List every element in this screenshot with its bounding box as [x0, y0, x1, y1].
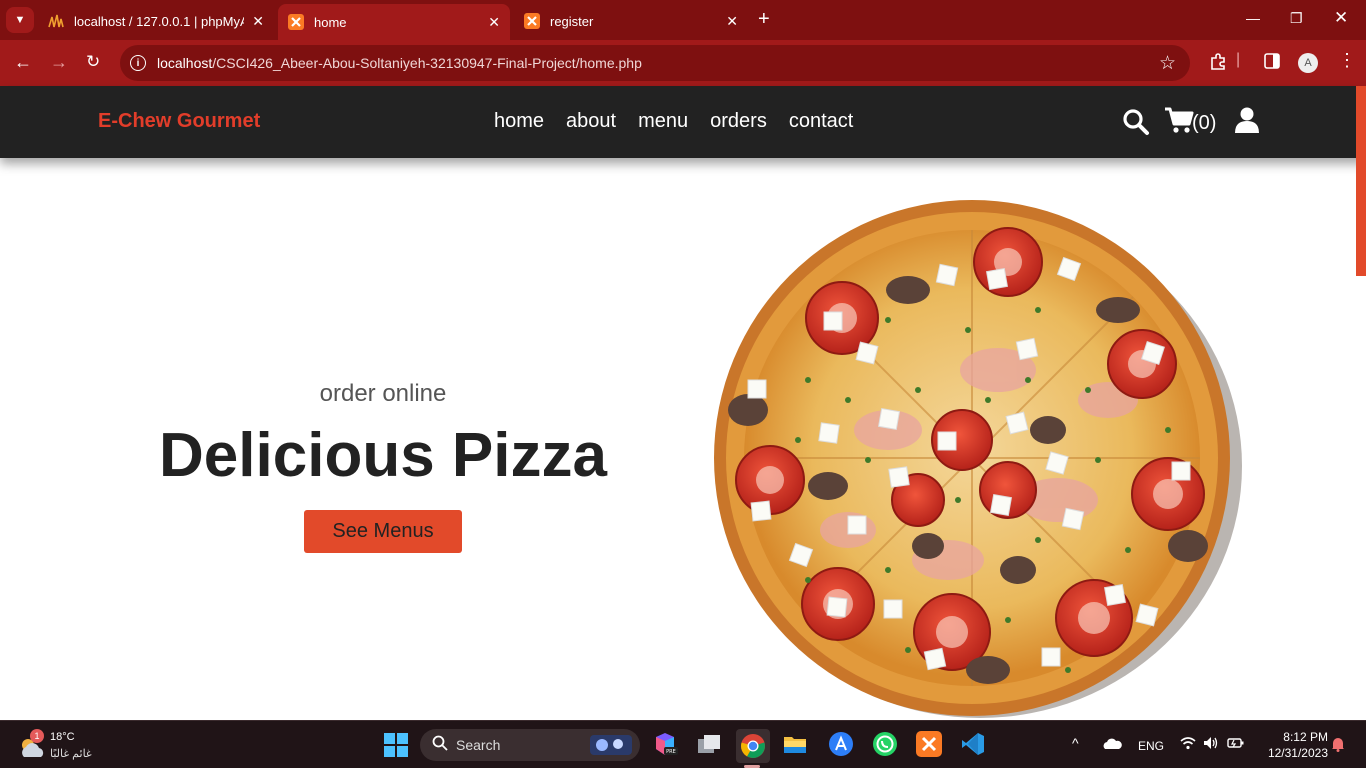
url-text[interactable]: localhost/CSCI426_Abeer-Abou-Soltaniyeh-…	[157, 55, 642, 71]
search-highlight-icon	[590, 735, 632, 760]
app-store-icon[interactable]	[828, 731, 854, 757]
tab-home[interactable]: home ✕	[278, 4, 510, 40]
windows-taskbar: 1 18°C غائم غالبًا Search PRE ^ ENG 8:12…	[0, 720, 1366, 768]
browser-toolbar: ← → ↻ i localhost/CSCI426_Abeer-Abou-Sol…	[0, 40, 1366, 86]
close-icon[interactable]: ✕	[726, 13, 738, 30]
site-logo[interactable]: E-Chew Gourmet	[98, 110, 260, 133]
windows-start-icon[interactable]	[384, 733, 410, 759]
xampp-icon	[524, 13, 540, 29]
cart-count[interactable]: (0)	[1192, 112, 1216, 135]
wifi-icon[interactable]	[1180, 736, 1196, 753]
close-icon[interactable]: ✕	[488, 14, 500, 31]
tab-search-button[interactable]: ▼	[6, 7, 34, 33]
search-icon[interactable]	[1122, 108, 1150, 141]
nav-menu[interactable]: menu	[638, 110, 688, 133]
search-icon	[432, 735, 448, 756]
bookmark-star-icon[interactable]: ☆	[1159, 52, 1176, 75]
main-nav: home about menu orders contact	[494, 110, 853, 133]
nav-contact[interactable]: contact	[789, 110, 853, 133]
weather-widget[interactable]: 1 18°C غائم غالبًا	[18, 729, 118, 763]
copilot-icon[interactable]: PRE	[652, 731, 678, 757]
search-placeholder: Search	[456, 737, 501, 753]
hero-subtitle: order online	[319, 380, 447, 407]
phpmyadmin-icon	[48, 13, 64, 29]
close-icon[interactable]: ✕	[252, 13, 264, 30]
chrome-taskbar-icon[interactable]	[736, 729, 770, 763]
toolbar-divider: |	[1236, 51, 1241, 68]
menu-kebab-icon[interactable]: ⋮	[1338, 50, 1356, 71]
xampp-taskbar-icon[interactable]	[916, 731, 942, 757]
taskbar-search[interactable]: Search	[420, 729, 640, 761]
volume-icon[interactable]	[1203, 736, 1219, 753]
extensions-icon[interactable]	[1209, 53, 1227, 76]
notification-bell-icon[interactable]	[1331, 736, 1345, 755]
site-info-icon[interactable]: i	[130, 55, 146, 71]
tab-phpmyadmin[interactable]: localhost / 127.0.0.1 | phpMyAdmin ✕	[38, 6, 274, 36]
hero-title: Delicious Pizza	[159, 421, 607, 490]
site-header: E-Chew Gourmet home about menu orders co…	[0, 86, 1366, 158]
xampp-icon	[288, 14, 304, 30]
pizza-image	[708, 200, 1244, 720]
nav-home[interactable]: home	[494, 110, 544, 133]
tab-title: home	[314, 14, 347, 30]
battery-icon[interactable]	[1227, 736, 1245, 753]
tab-title: localhost / 127.0.0.1 | phpMyAdmin	[74, 13, 244, 29]
clock[interactable]: 8:12 PM 12/31/2023	[1256, 729, 1328, 761]
weather-condition: غائم غالبًا	[50, 748, 92, 760]
tab-title: register	[550, 13, 594, 29]
side-panel-icon[interactable]	[1264, 53, 1280, 74]
address-bar[interactable]: i localhost/CSCI426_Abeer-Abou-Soltaniye…	[120, 45, 1190, 81]
scrollbar-thumb[interactable]	[1356, 86, 1366, 276]
browser-tab-bar: ▼ localhost / 127.0.0.1 | phpMyAdmin ✕ h…	[0, 0, 1366, 40]
language-indicator[interactable]: ENG	[1138, 739, 1164, 753]
nav-orders[interactable]: orders	[710, 110, 767, 133]
clock-time: 8:12 PM	[1283, 730, 1328, 744]
see-menus-button[interactable]: See Menus	[304, 510, 462, 553]
profile-avatar[interactable]: A	[1298, 53, 1318, 73]
tab-register[interactable]: register ✕	[514, 6, 748, 36]
forward-icon[interactable]: →	[50, 52, 68, 72]
user-icon[interactable]	[1234, 106, 1260, 139]
minimize-icon[interactable]: —	[1246, 10, 1260, 26]
vscode-icon[interactable]	[960, 731, 986, 757]
chevron-up-icon[interactable]: ^	[1072, 735, 1079, 751]
close-window-icon[interactable]: ✕	[1334, 8, 1348, 28]
task-view-icon[interactable]	[696, 731, 722, 757]
new-tab-icon[interactable]: +	[758, 8, 770, 31]
weather-temp: 18°C	[50, 731, 75, 743]
file-explorer-icon[interactable]	[782, 731, 808, 757]
back-icon[interactable]: ←	[14, 52, 32, 72]
cart-icon[interactable]	[1164, 106, 1194, 139]
onedrive-icon[interactable]	[1102, 736, 1122, 753]
nav-about[interactable]: about	[566, 110, 616, 133]
weather-badge: 1	[30, 729, 44, 743]
whatsapp-icon[interactable]	[872, 731, 898, 757]
restore-icon[interactable]: ❐	[1290, 10, 1303, 27]
svg-text:PRE: PRE	[666, 749, 676, 755]
clock-date: 12/31/2023	[1267, 746, 1328, 760]
reload-icon[interactable]: ↻	[86, 52, 100, 72]
